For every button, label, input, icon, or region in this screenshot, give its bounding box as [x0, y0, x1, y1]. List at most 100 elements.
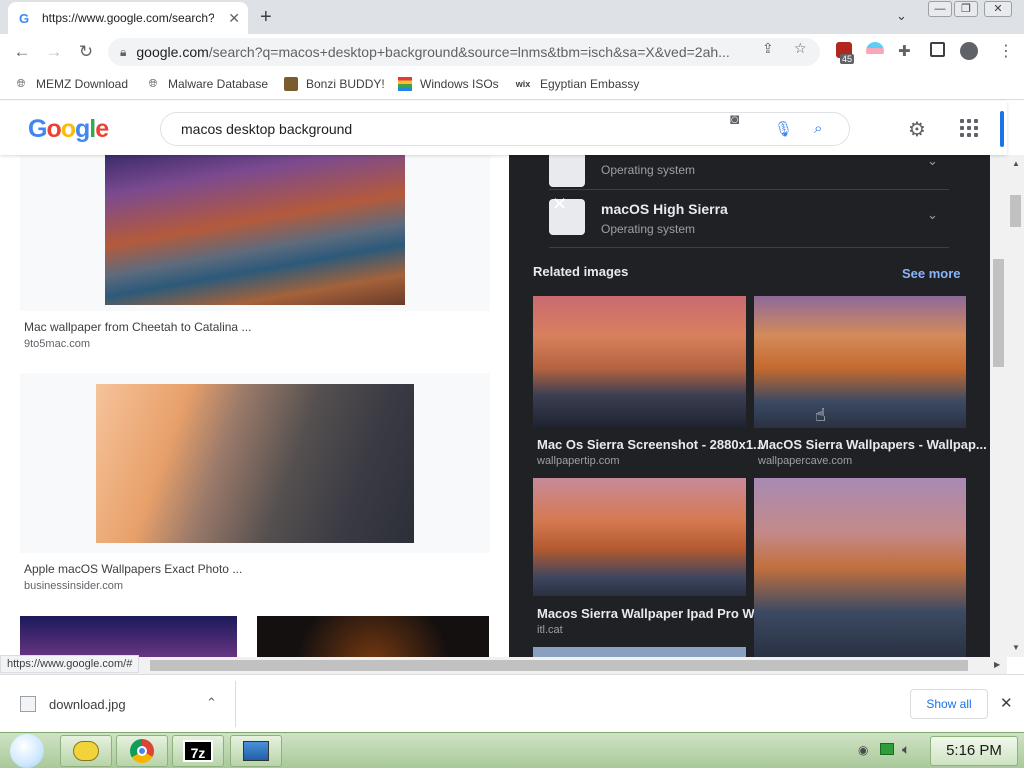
link-status-url: https://www.google.com/#: [0, 655, 140, 673]
bookmark-windows-isos[interactable]: Windows ISOs: [398, 77, 499, 91]
camera-search-icon[interactable]: ◙: [730, 111, 739, 128]
browser-tab[interactable]: G https://www.google.com/search? ✕: [8, 2, 248, 34]
related-source[interactable]: wallpapercave.com: [758, 455, 852, 467]
side-panel-icon[interactable]: [930, 42, 945, 57]
related-image[interactable]: [754, 478, 966, 657]
browser-toolbar: ← → ↻ 🔒︎ google.com/search?q=macos+deskt…: [0, 34, 1024, 70]
google-apps-grid-icon[interactable]: [960, 119, 978, 137]
start-orb-button[interactable]: [10, 734, 44, 768]
microphone-icon[interactable]: 🎙︎: [774, 120, 793, 138]
sign-in-indicator[interactable]: [1000, 111, 1004, 147]
download-filename[interactable]: download.jpg: [49, 697, 126, 712]
bookmark-malware-db[interactable]: 🌐︎ Malware Database: [146, 77, 268, 91]
bookmark-egyptian-embassy[interactable]: wix Egyptian Embassy: [514, 77, 640, 91]
page-scrollbar[interactable]: ▲ ▼: [1007, 155, 1024, 657]
close-window-button[interactable]: ✕: [984, 1, 1012, 17]
taskbar: 7z ◉ 🔈︎ 5:16 PM: [0, 732, 1024, 768]
result-source[interactable]: 9to5mac.com: [24, 338, 90, 350]
taskbar-clock[interactable]: 5:16 PM: [930, 736, 1018, 766]
search-query-text: macos desktop background: [181, 121, 353, 137]
scrollbar-thumb[interactable]: [993, 259, 1004, 367]
share-icon[interactable]: ⇪: [762, 40, 774, 57]
chevron-up-icon[interactable]: ⌃: [206, 695, 217, 711]
scroll-down-icon[interactable]: ▼: [1012, 643, 1020, 652]
see-more-link[interactable]: See more: [902, 266, 961, 281]
wix-icon: wix: [515, 79, 531, 89]
related-source[interactable]: itl.cat: [537, 624, 563, 636]
result-image[interactable]: [257, 616, 489, 657]
result-image[interactable]: [96, 384, 414, 543]
result-card[interactable]: [20, 373, 490, 553]
tab-strip: G https://www.google.com/search? ✕ + ⌄ —…: [0, 0, 1024, 34]
search-icon[interactable]: ⌕: [814, 120, 822, 137]
lock-icon: 🔒︎: [120, 44, 127, 59]
scroll-right-icon[interactable]: ▶: [994, 660, 1000, 669]
bookmark-bonzi[interactable]: Bonzi BUDDY!: [284, 77, 385, 91]
reload-button[interactable]: ↻: [74, 40, 98, 64]
address-bar[interactable]: 🔒︎ google.com/search?q=macos+desktop+bac…: [108, 38, 820, 66]
mouse-cursor-icon: ☝: [815, 405, 826, 425]
image-results-grid: Mac wallpaper from Cheetah to Catalina .…: [0, 155, 508, 657]
result-title[interactable]: Mac wallpaper from Cheetah to Catalina .…: [24, 320, 251, 334]
tray-clock-icon[interactable]: ◉: [858, 743, 868, 757]
os-item-type: Operating system: [601, 163, 696, 177]
forward-button[interactable]: →: [42, 40, 66, 64]
taskbar-app-button[interactable]: [60, 735, 112, 767]
taskbar-7zip-button[interactable]: 7z: [172, 735, 224, 767]
show-all-button[interactable]: Show all: [910, 689, 988, 719]
related-image[interactable]: [754, 296, 966, 428]
scrollbar-thumb[interactable]: [1010, 195, 1021, 227]
profile-avatar-icon[interactable]: [960, 42, 978, 60]
chevron-down-icon[interactable]: ⌄: [927, 155, 938, 169]
extensions-puzzle-icon[interactable]: ✚: [898, 42, 911, 60]
tab-close-icon[interactable]: ✕: [228, 10, 240, 27]
result-image[interactable]: [105, 155, 405, 305]
result-title[interactable]: Apple macOS Wallpapers Exact Photo ...: [24, 562, 242, 576]
chevron-down-icon[interactable]: ⌄: [927, 207, 938, 223]
extension-flag-icon[interactable]: [866, 42, 884, 60]
close-download-bar-icon[interactable]: ✕: [1000, 694, 1013, 712]
bookmark-star-icon[interactable]: ☆: [794, 40, 807, 57]
taskbar-app-button[interactable]: [230, 735, 282, 767]
related-image[interactable]: [533, 647, 746, 657]
related-source[interactable]: wallpapertip.com: [537, 455, 620, 467]
bonzi-app-icon: [73, 741, 99, 761]
tab-title: https://www.google.com/search?: [42, 11, 214, 25]
related-title[interactable]: Macos Sierra Wallpaper Ipad Pro W...: [537, 606, 765, 621]
back-button[interactable]: ←: [10, 40, 34, 64]
google-logo[interactable]: Google: [28, 115, 109, 144]
minimize-button[interactable]: —: [928, 1, 952, 17]
panel-scrollbar[interactable]: [990, 155, 1007, 657]
bookmark-memz[interactable]: 🌐︎ MEMZ Download: [14, 77, 128, 91]
menu-kebab-icon[interactable]: ⋮: [998, 41, 1014, 61]
related-title[interactable]: MacOS Sierra Wallpapers - Wallpap...: [758, 437, 987, 452]
new-tab-button[interactable]: +: [260, 6, 272, 29]
url-text: google.com/search?q=macos+desktop+backgr…: [136, 44, 730, 60]
related-images-heading: Related images: [533, 264, 629, 279]
tab-search-chevron-icon[interactable]: ⌄: [896, 8, 907, 24]
related-image[interactable]: [533, 296, 746, 428]
computer-icon: [243, 741, 269, 761]
scrollbar-thumb[interactable]: [150, 660, 968, 671]
chrome-icon: [130, 739, 154, 763]
tray-network-icon[interactable]: [880, 743, 894, 755]
tray-volume-icon[interactable]: 🔈︎: [902, 741, 910, 758]
google-header: Google macos desktop background ◙ 🎙︎ ⌕ ⚙: [0, 101, 1007, 155]
os-item-name: macOS High Sierra: [601, 201, 728, 217]
related-title[interactable]: Mac Os Sierra Screenshot - 2880x1...: [537, 437, 764, 452]
result-source[interactable]: businessinsider.com: [24, 580, 123, 592]
scroll-up-icon[interactable]: ▲: [1012, 159, 1020, 168]
search-input[interactable]: macos desktop background: [160, 112, 850, 146]
7zip-icon: 7z: [183, 740, 213, 762]
google-favicon-icon: G: [18, 10, 30, 26]
related-image[interactable]: [533, 478, 746, 596]
result-image[interactable]: [20, 616, 237, 657]
os-item[interactable]: macOS High Sierra Operating system ⌄: [549, 193, 949, 249]
settings-gear-icon[interactable]: ⚙: [908, 117, 926, 142]
restore-button[interactable]: ❐: [954, 1, 978, 17]
result-card[interactable]: [20, 155, 490, 311]
os-item[interactable]: Operating system ⌄: [549, 155, 949, 197]
close-panel-icon[interactable]: ✕: [552, 194, 567, 215]
horizontal-scrollbar[interactable]: ▶: [0, 657, 1007, 674]
taskbar-chrome-button[interactable]: [116, 735, 168, 767]
